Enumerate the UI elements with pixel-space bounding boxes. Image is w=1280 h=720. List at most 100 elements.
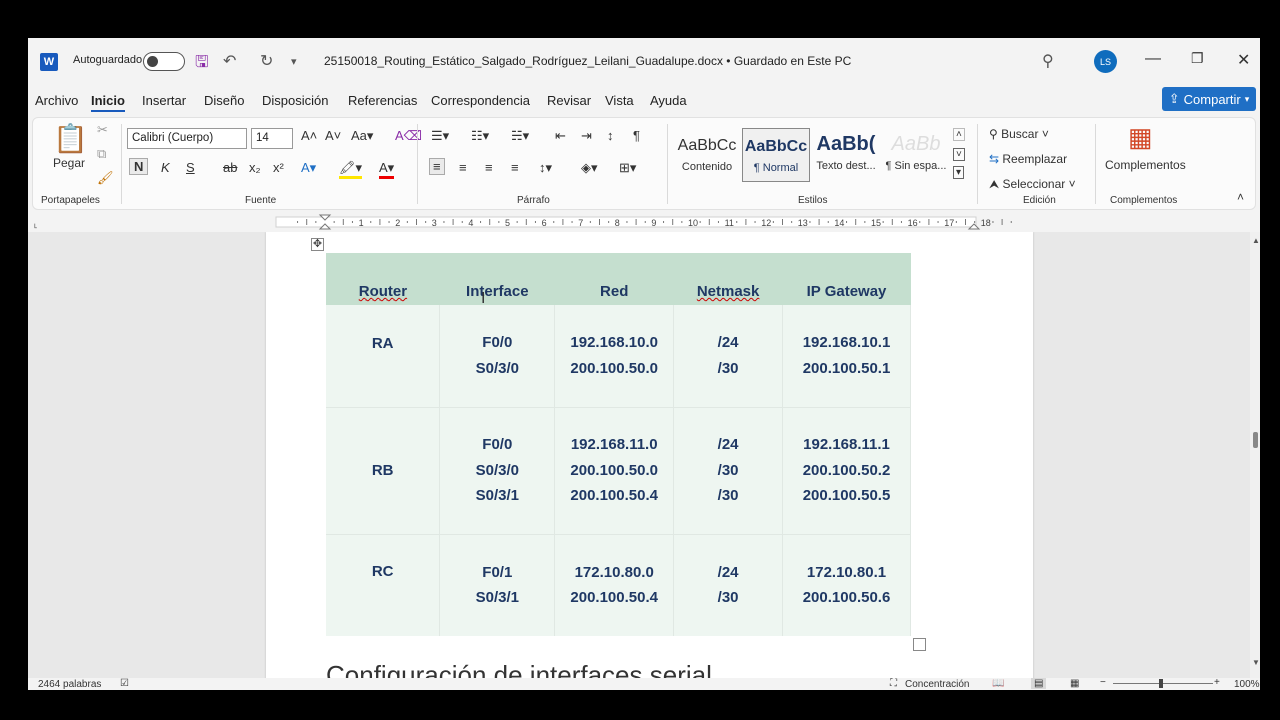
text-cursor-icon: I — [481, 290, 486, 307]
zoom-level[interactable]: 100% — [1234, 679, 1260, 690]
tab-insertar[interactable]: Insertar — [142, 93, 186, 108]
find-button[interactable]: ⚲ Buscar ˅ — [989, 127, 1049, 141]
style-sin-espaciado[interactable]: AaBb ¶ Sin espa... — [882, 128, 950, 182]
font-name-combo[interactable]: Calibri (Cuerpo) — [127, 128, 247, 149]
cell-gateway: 192.168.10.1 200.100.50.1 — [782, 305, 911, 407]
scroll-down-icon[interactable]: ▼ — [1252, 658, 1260, 667]
styles-more-icon[interactable]: ▾ — [953, 166, 965, 179]
format-painter-icon[interactable]: 🖌 — [97, 170, 114, 186]
tab-revisar[interactable]: Revisar — [547, 93, 591, 108]
cell-netmask: /24/30/30 — [673, 406, 784, 534]
scrollbar-thumb[interactable] — [1253, 432, 1258, 448]
decrease-indent-icon[interactable]: ⇤ — [555, 128, 566, 144]
copy-icon[interactable]: ⧉ — [97, 146, 106, 162]
style-contenido[interactable]: AaBbCc Contenido — [673, 128, 741, 182]
save-icon[interactable]: 🖫 — [195, 51, 209, 78]
multilevel-list-icon[interactable]: ☵▾ — [511, 128, 529, 144]
tab-correspondencia[interactable]: Correspondencia — [431, 93, 530, 108]
replace-button[interactable]: ⇆ Reemplazar — [989, 152, 1067, 166]
undo-icon[interactable]: ↶ — [223, 51, 236, 71]
tab-inicio[interactable]: Inicio — [91, 93, 125, 112]
vertical-scrollbar[interactable]: ▲ ▼ — [1250, 232, 1260, 678]
change-case-icon[interactable]: Aa▾ — [351, 128, 373, 144]
proofing-icon[interactable]: ☑ — [120, 678, 129, 689]
scroll-up-icon[interactable]: ▲ — [1252, 236, 1260, 245]
tab-archivo[interactable]: Archivo — [35, 93, 78, 108]
autosave-toggle[interactable] — [143, 52, 185, 71]
word-count[interactable]: 2464 palabras — [38, 679, 101, 690]
tab-referencias[interactable]: Referencias — [348, 93, 417, 108]
styles-scroll-up-icon[interactable]: ˄ — [953, 128, 965, 141]
increase-indent-icon[interactable]: ⇥ — [581, 128, 592, 144]
align-center-icon[interactable]: ≡ — [459, 160, 467, 175]
cut-icon[interactable]: ✂ — [97, 122, 108, 138]
bold-button[interactable]: N — [129, 158, 149, 175]
zoom-slider[interactable] — [1113, 683, 1213, 684]
bullets-icon[interactable]: ☰▾ — [431, 128, 449, 144]
numbering-icon[interactable]: ☷▾ — [471, 128, 489, 144]
style-preview: AaBb( — [816, 133, 876, 155]
justify-icon[interactable]: ≡ — [511, 160, 519, 175]
addins-button-label[interactable]: Complementos — [1105, 158, 1186, 172]
document-area[interactable]: ✥ Router Interface Red Netmask IP Gatewa… — [28, 232, 1250, 678]
tab-diseno[interactable]: Diseño — [204, 93, 244, 108]
show-formatting-icon[interactable]: ¶ — [633, 128, 640, 143]
search-icon[interactable]: ⚲ — [1042, 51, 1054, 71]
shading-icon[interactable]: ◈▾ — [581, 160, 598, 176]
zoom-out-icon[interactable]: − — [1100, 677, 1106, 688]
grow-font-icon[interactable]: A˄ — [301, 128, 317, 143]
focus-icon[interactable]: ⛶ — [890, 678, 897, 689]
redo-icon[interactable]: ↻ — [260, 51, 273, 71]
paste-icon[interactable]: 📋 — [53, 122, 88, 155]
word-icon[interactable]: W — [40, 53, 58, 71]
line-spacing-icon[interactable]: ↕▾ — [539, 160, 552, 176]
routing-table[interactable]: Router Interface Red Netmask IP Gateway … — [326, 253, 911, 636]
document-title[interactable]: 25150018_Routing_Estático_Salgado_Rodríg… — [324, 54, 851, 68]
avatar[interactable]: LS — [1094, 50, 1117, 73]
addins-icon[interactable]: ▦ — [1128, 122, 1153, 153]
font-size-combo[interactable]: 14 — [251, 128, 293, 149]
restore-icon[interactable]: ❐ — [1191, 50, 1204, 67]
zoom-in-icon[interactable]: + — [1214, 677, 1220, 688]
sort-icon[interactable]: ↕ — [607, 128, 614, 143]
highlight-icon[interactable]: 🖍▾ — [339, 160, 363, 179]
share-button[interactable]: ⇪ Compartir ▾ — [1162, 87, 1256, 111]
zoom-slider-thumb[interactable] — [1159, 679, 1163, 688]
font-color-icon[interactable]: A▾ — [379, 160, 395, 179]
web-layout-icon[interactable]: ▦ — [1070, 678, 1079, 689]
table-move-handle-icon[interactable]: ✥ — [311, 238, 324, 251]
align-right-icon[interactable]: ≡ — [485, 160, 493, 175]
shrink-font-icon[interactable]: A˅ — [325, 128, 341, 143]
document-page[interactable]: ✥ Router Interface Red Netmask IP Gatewa… — [266, 232, 1033, 678]
focus-label[interactable]: Concentración — [905, 679, 969, 690]
horizontal-ruler[interactable]: 1 2 3 4 5 6 7 8 9 10 11 12 13 14 15 16 17 18 ˪ — [28, 212, 1260, 232]
tab-disposicion[interactable]: Disposición — [262, 93, 328, 108]
print-layout-icon[interactable]: ▤ — [1031, 678, 1047, 689]
tab-ayuda[interactable]: Ayuda — [650, 93, 687, 108]
align-left-icon[interactable]: ≡ — [429, 158, 445, 175]
svg-text:˪: ˪ — [34, 220, 37, 231]
customize-toolbar-icon[interactable]: ▾ — [291, 55, 297, 68]
ruler-number: 3 — [432, 218, 437, 228]
styles-scroll-down-icon[interactable]: ˅ — [953, 148, 965, 161]
word-window: W Autoguardado 🖫 ↶ ↻ ▾ 25150018_Routing_… — [28, 38, 1260, 690]
select-button[interactable]: ⮝ Seleccionar ˅ — [989, 177, 1076, 192]
superscript-icon[interactable]: x² — [273, 160, 284, 175]
collapse-ribbon-icon[interactable]: ˄ — [1237, 190, 1244, 204]
read-mode-icon[interactable]: 📖 — [992, 678, 1004, 689]
tab-vista[interactable]: Vista — [605, 93, 634, 108]
minimize-icon[interactable]: — — [1145, 50, 1161, 68]
subscript-icon[interactable]: x₂ — [249, 160, 261, 175]
paste-button-label[interactable]: Pegar — [53, 156, 85, 170]
close-icon[interactable]: ✕ — [1237, 50, 1250, 70]
italic-button[interactable]: K — [161, 160, 170, 175]
borders-icon[interactable]: ⊞▾ — [619, 160, 636, 176]
text-effects-icon[interactable]: A▾ — [301, 160, 316, 176]
style-normal[interactable]: AaBbCc ¶ Normal — [742, 128, 810, 182]
underline-button[interactable]: S — [186, 160, 195, 175]
strikethrough-icon[interactable]: ab — [223, 160, 237, 175]
clear-format-icon[interactable]: A⌫ — [395, 128, 422, 144]
status-bar: 2464 palabras ☑ ⛶ Concentración 📖 ▤ ▦ − … — [28, 677, 1260, 690]
style-texto-destacado[interactable]: AaBb(Texto dest... — [812, 128, 880, 182]
table-resize-handle-icon[interactable] — [913, 638, 926, 651]
